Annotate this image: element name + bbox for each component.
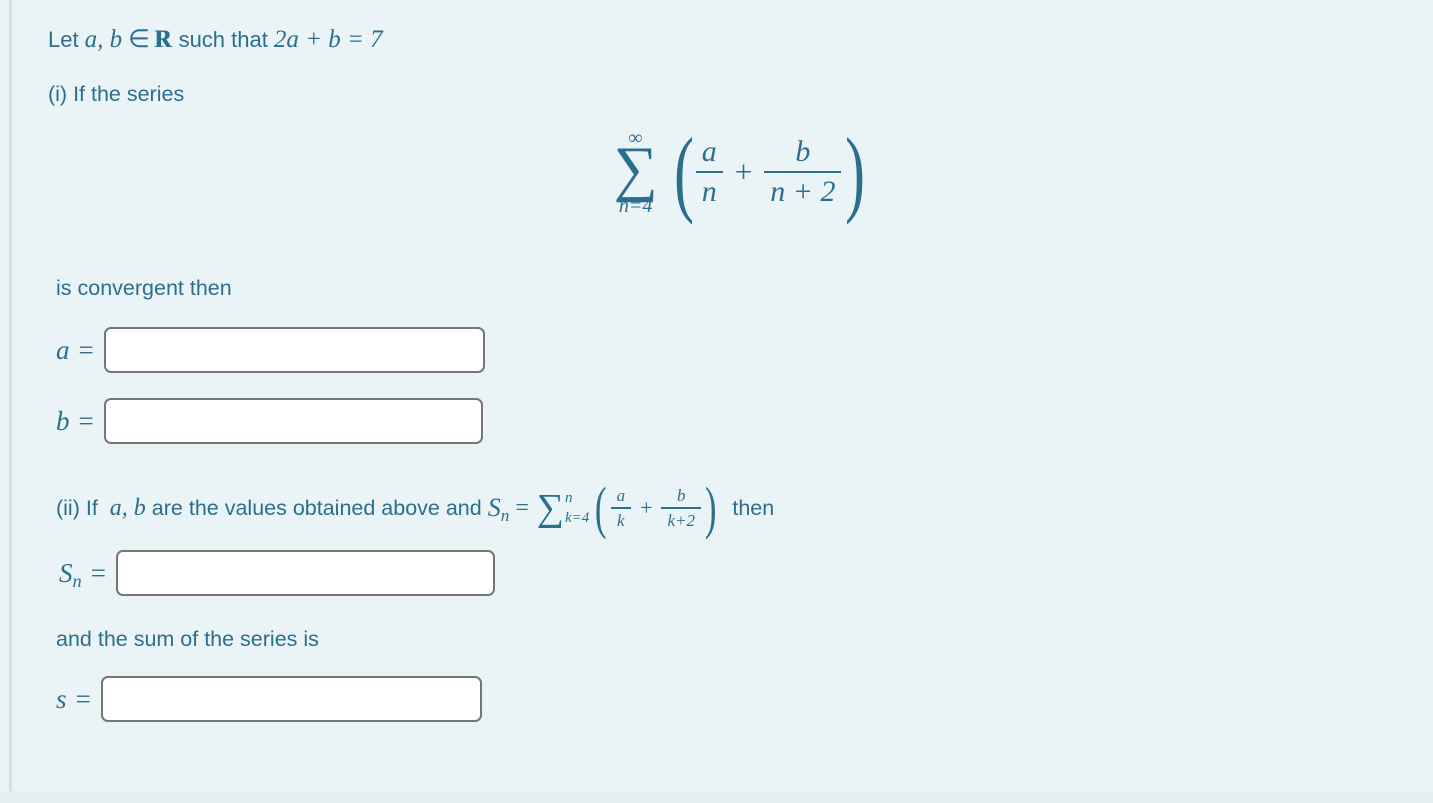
answer-row-s: s = (56, 676, 482, 722)
partial-sum-symbol: S (487, 493, 501, 523)
plus-operator: + (734, 153, 753, 189)
equals-sign: = (75, 683, 91, 714)
right-paren: ) (704, 475, 717, 541)
real-numbers-symbol: R (154, 24, 173, 56)
fraction-b-over-n-plus-2: b n + 2 (764, 135, 842, 208)
fraction-denominator: k+2 (667, 511, 696, 531)
plus-operator: + (640, 495, 653, 521)
fraction-bar (695, 170, 723, 173)
answer-row-a: a = (56, 327, 485, 373)
fraction-numerator: a (701, 135, 717, 169)
summation-lower-limit: n=4 (618, 194, 653, 217)
answer-subscript: n (72, 570, 82, 591)
inline-summation-upper-limit: n (564, 489, 573, 506)
answer-input-sn[interactable] (115, 550, 495, 596)
premise-text-middle: such that (178, 27, 268, 52)
part-ii-text-middle: are the values obtained above and (151, 495, 482, 520)
question-content: Leta, b∈Rsuch that2a + b = 7 (i) If the … (12, 0, 1433, 791)
fraction-a-over-n: a n (695, 135, 723, 208)
question-page: Leta, b∈Rsuch that2a + b = 7 (i) If the … (0, 0, 1433, 803)
fraction-bar (764, 170, 842, 173)
answer-label-b: b = (56, 406, 94, 437)
premise-equation: 2a + b = 7 (273, 26, 383, 53)
answer-input-a[interactable] (103, 327, 485, 373)
fraction-a-over-k: a k (610, 486, 632, 531)
fraction-bar (661, 507, 702, 510)
sum-prompt-text: and the sum of the series is (56, 627, 319, 651)
inline-summation-lower-limit: k=4 (564, 509, 590, 526)
partial-sum-subscript: n (500, 506, 510, 526)
fraction-denominator: n (701, 174, 717, 208)
sigma-icon: ∑ (536, 486, 564, 529)
answer-label-s: s = (56, 684, 91, 715)
part-ii-variables: a, b (109, 494, 146, 521)
sigma-icon: ∑ (613, 135, 658, 203)
premise-variables: a, b (84, 26, 123, 53)
answer-variable: s (56, 683, 67, 714)
summation-symbol-group: ∞ ∑ n=4 (614, 128, 658, 216)
left-paren: ( (595, 475, 607, 541)
fraction-bar (610, 507, 632, 510)
right-paren: ) (845, 118, 866, 226)
member-symbol: ∈ (128, 26, 150, 53)
answer-variable: a (56, 334, 70, 365)
fraction-b-over-k-plus-2: b k+2 (661, 486, 702, 531)
panel-bottom-edge (0, 791, 1433, 803)
fraction-denominator: n + 2 (770, 174, 836, 208)
premise-line: Leta, b∈Rsuch that2a + b = 7 (48, 24, 383, 56)
fraction-numerator: b (795, 135, 811, 169)
fraction-numerator: b (677, 486, 686, 505)
answer-row-sn: Sn = (59, 550, 495, 596)
part-ii-equals: = (515, 494, 529, 521)
left-paren: ( (673, 118, 694, 226)
partial-sum-label: Sn (487, 493, 510, 526)
fraction-numerator: a (616, 486, 626, 505)
equals-sign: = (78, 405, 94, 436)
answer-input-s[interactable] (100, 676, 482, 722)
inline-summation-group: ∑ n k=4 (536, 486, 590, 529)
equals-sign: = (78, 334, 94, 365)
premise-text-before: Let (48, 27, 79, 52)
answer-label-a: a = (56, 335, 94, 366)
answer-variable: b (56, 405, 70, 436)
convergence-text: is convergent then (56, 276, 232, 300)
answer-variable: S (59, 557, 73, 588)
series-display-equation: ∞ ∑ n=4 ( a n + b n + 2 ) (12, 118, 1433, 226)
part-ii-label: (ii) If (56, 495, 98, 520)
answer-input-b[interactable] (103, 398, 483, 444)
fraction-denominator: k (617, 511, 625, 531)
answer-label-sn: Sn = (59, 557, 106, 591)
part-ii-text-after: then (732, 495, 775, 520)
answer-row-b: b = (56, 398, 483, 444)
part-ii-line: (ii) If a, b are the values obtained abo… (56, 475, 775, 541)
equals-sign: = (90, 557, 106, 588)
part-i-label: (i) If the series (48, 82, 185, 106)
